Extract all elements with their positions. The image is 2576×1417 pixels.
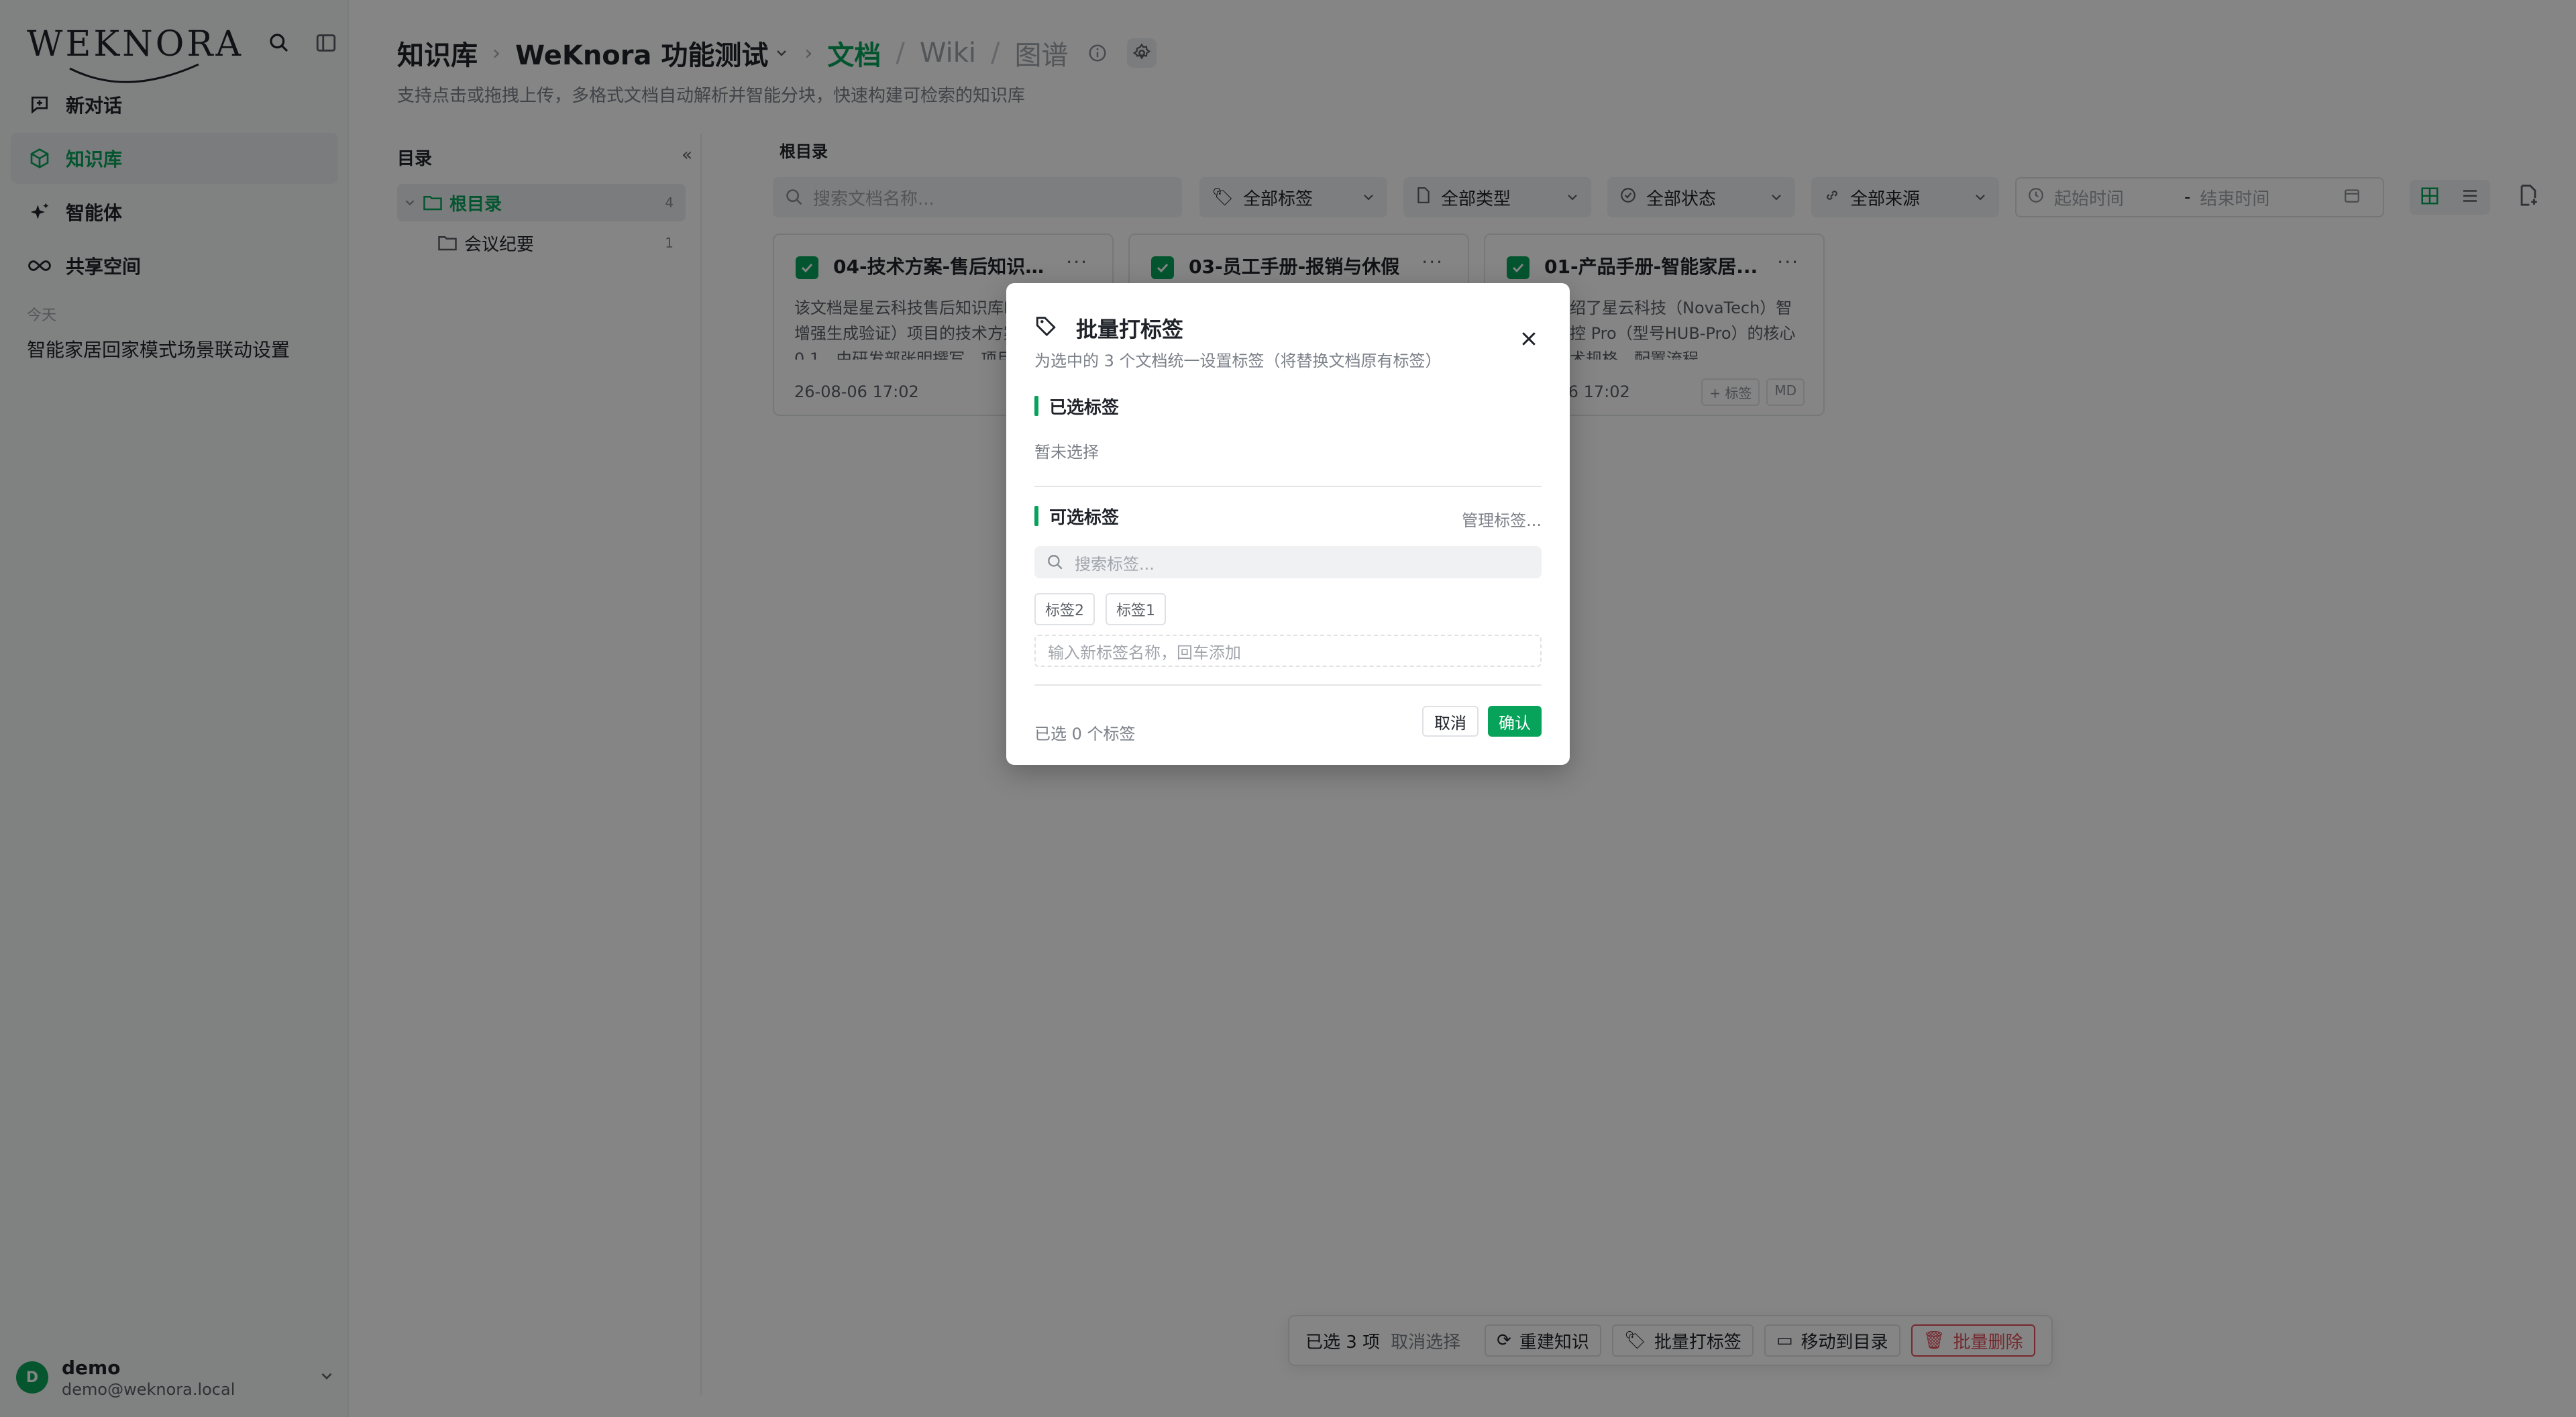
section-title: 可选标签 <box>1049 507 1120 528</box>
selected-tags-section: 已选标签 <box>1034 395 1120 418</box>
close-icon[interactable] <box>1519 329 1539 349</box>
tag-icon <box>1036 317 1056 337</box>
selected-tag-count: 已选 0 个标签 <box>1034 725 1136 743</box>
app-window: WEKNORA 新对话 知识库 智能体 共享空间 今天 智能家居回家模式场景联动… <box>0 0 2576 1417</box>
new-tag-placeholder: 输入新标签名称，回车添加 <box>1048 643 1241 662</box>
dialog-subtitle: 为选中的 3 个文档统一设置标签（将替换文档原有标签） <box>1034 352 1442 370</box>
section-title: 已选标签 <box>1049 397 1120 418</box>
manage-tags-link[interactable]: 管理标签... <box>1462 507 1542 531</box>
divider <box>1034 684 1542 686</box>
dialog-title: 批量打标签 <box>1076 317 1184 342</box>
available-tags-section: 可选标签 <box>1034 505 1120 528</box>
confirm-button[interactable]: 确认 <box>1488 706 1542 737</box>
section-accent <box>1034 396 1038 416</box>
tag-search-input[interactable]: 搜索标签... <box>1034 546 1542 578</box>
new-tag-input[interactable]: 输入新标签名称，回车添加 <box>1034 635 1542 667</box>
tag-option[interactable]: 标签2 <box>1034 593 1095 625</box>
tag-option[interactable]: 标签1 <box>1106 593 1166 625</box>
search-placeholder: 搜索标签... <box>1075 554 1155 574</box>
available-tag-list: 标签2 标签1 <box>1034 593 1166 625</box>
search-icon <box>1048 555 1063 570</box>
divider <box>1034 486 1542 487</box>
empty-selection-text: 暂未选择 <box>1034 443 1099 462</box>
cancel-button[interactable]: 取消 <box>1422 706 1479 737</box>
section-accent <box>1034 506 1038 526</box>
batch-tag-dialog: 批量打标签 为选中的 3 个文档统一设置标签（将替换文档原有标签） 已选标签 暂… <box>1006 283 1570 765</box>
